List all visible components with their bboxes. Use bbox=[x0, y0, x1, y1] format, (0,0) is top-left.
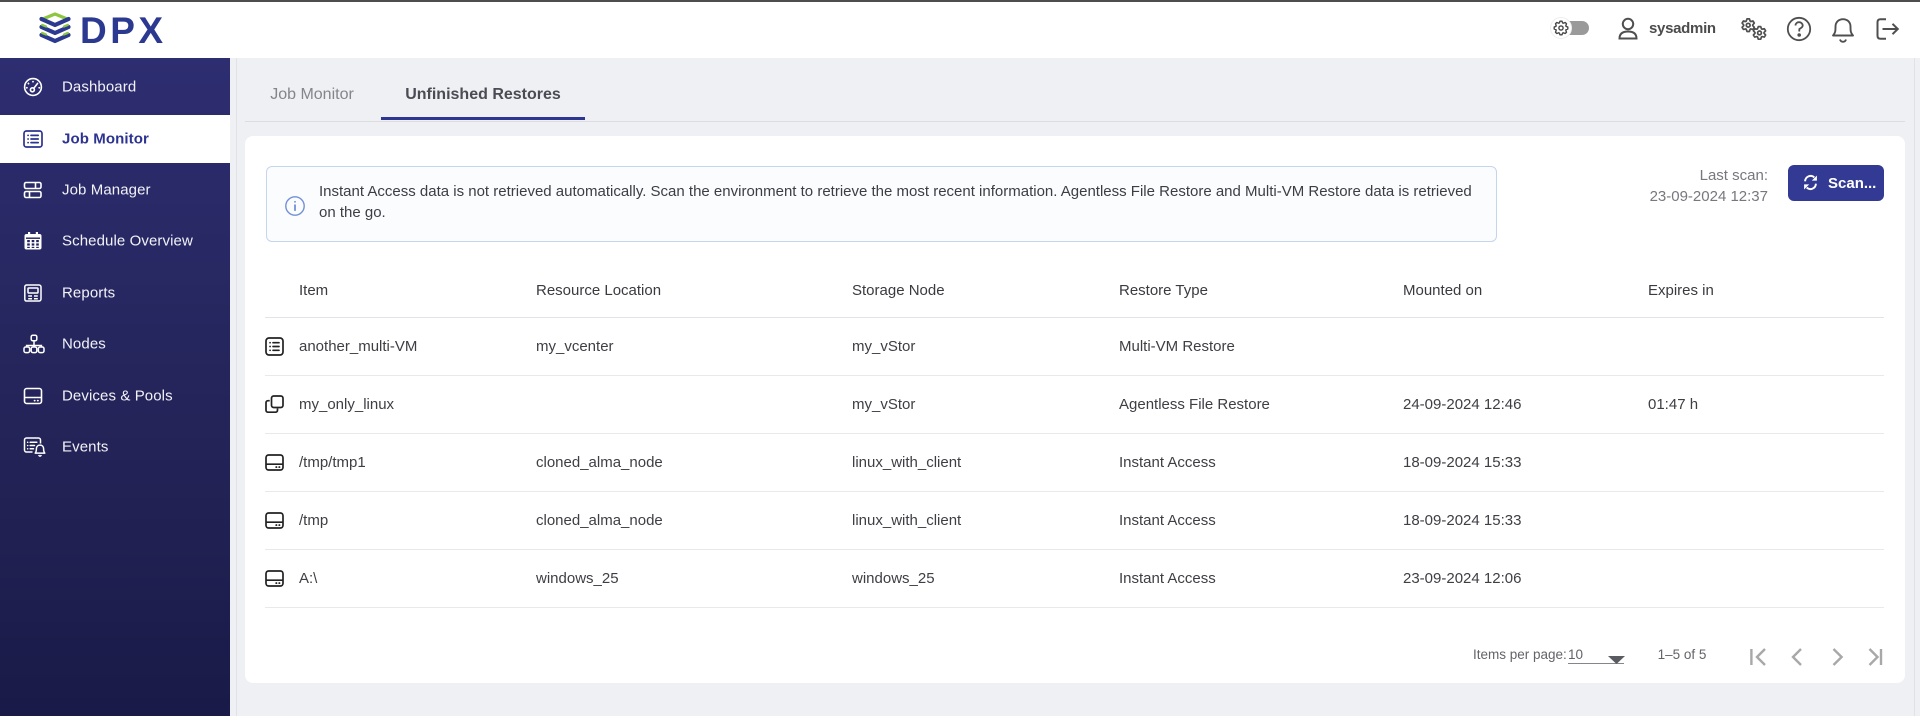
svg-text:DPX: DPX bbox=[80, 10, 167, 51]
